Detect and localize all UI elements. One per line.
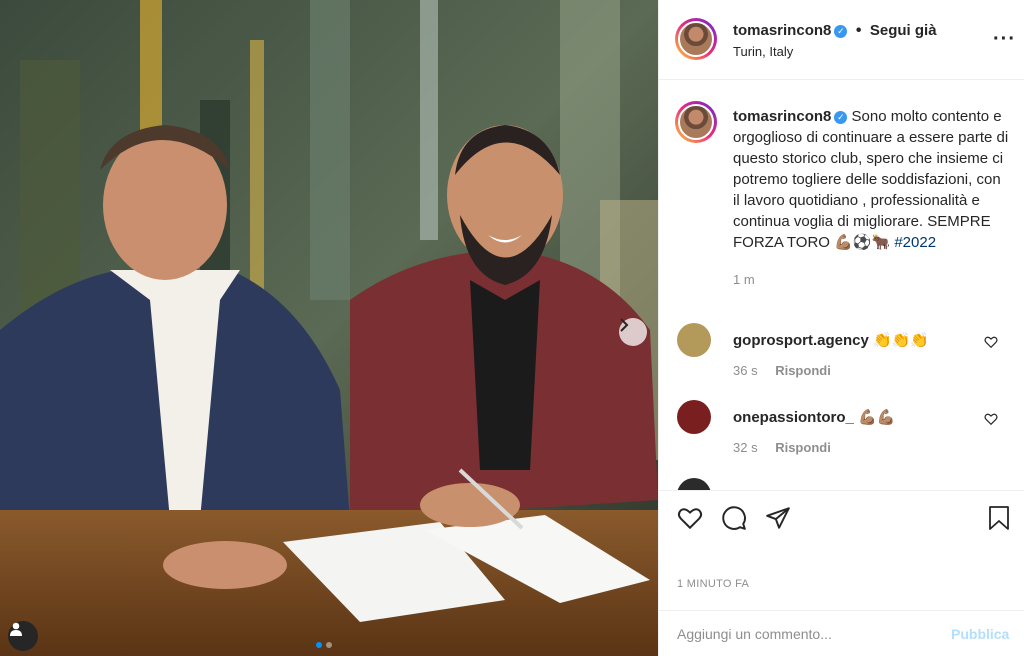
- caption-body: Sono molto contento e orgoglioso di cont…: [733, 108, 1009, 251]
- post-timestamp[interactable]: 1 MINUTO FA: [677, 578, 749, 590]
- caption-username[interactable]: tomasrincon8: [733, 108, 831, 125]
- publish-button[interactable]: Pubblica: [951, 626, 1009, 642]
- next-image-button[interactable]: [619, 318, 647, 346]
- carousel-indicator: [316, 642, 332, 648]
- comment-icon[interactable]: [721, 505, 747, 531]
- caption: tomasrincon8 ✓ Sono molto contento e orgo…: [733, 106, 1009, 290]
- chevron-right-icon: [620, 318, 629, 332]
- post-side-panel: tomasrincon8 ✓ • Segui già Turin, Italy ·…: [658, 0, 1024, 656]
- carousel-dot-active: [316, 642, 322, 648]
- comments-area[interactable]: tomasrincon8 ✓ Sono molto contento e orgo…: [659, 80, 1024, 490]
- commenter-avatar[interactable]: [677, 323, 711, 357]
- bookmark-icon[interactable]: [987, 505, 1011, 531]
- caption-time: 1 m: [733, 272, 755, 287]
- comment-content: onepassiontoro_ 💪🏽💪🏽: [733, 408, 895, 426]
- carousel-dot: [326, 642, 332, 648]
- comment-time: 32 s: [733, 440, 758, 455]
- comment-text: 💪🏽💪🏽: [858, 409, 896, 426]
- commenter-avatar[interactable]: [677, 478, 711, 490]
- avatar-image: [678, 104, 714, 140]
- comment-username[interactable]: onepassiontoro_: [733, 409, 854, 426]
- comment-meta: 36 s Rispondi: [733, 363, 845, 378]
- post-photo: [0, 0, 658, 656]
- avatar-image: [678, 21, 714, 57]
- caption-hashtag[interactable]: #2022: [894, 234, 936, 251]
- verified-badge-icon: ✓: [834, 25, 848, 38]
- more-options-icon[interactable]: ···: [993, 28, 1016, 51]
- comment-like-icon[interactable]: [984, 412, 998, 426]
- follow-separator: •: [855, 22, 862, 39]
- tagged-users-button[interactable]: [8, 621, 38, 651]
- heart-icon[interactable]: [677, 505, 703, 531]
- reply-button[interactable]: Rispondi: [775, 363, 831, 378]
- follow-button[interactable]: Segui già: [870, 22, 937, 39]
- post-location[interactable]: Turin, Italy: [733, 44, 793, 59]
- caption-author-avatar[interactable]: [675, 101, 717, 143]
- author-info: tomasrincon8 ✓ • Segui già: [733, 22, 937, 40]
- author-avatar[interactable]: [675, 18, 717, 60]
- comment-username[interactable]: goprosport.agency: [733, 332, 869, 349]
- verified-badge-icon: ✓: [834, 111, 848, 124]
- reply-button[interactable]: Rispondi: [775, 440, 831, 455]
- comment-time: 36 s: [733, 363, 758, 378]
- comment-input[interactable]: Aggiungi un commento...: [677, 626, 832, 642]
- comment-content: goprosport.agency 👏👏👏: [733, 331, 929, 349]
- comment-meta: 32 s Rispondi: [733, 440, 845, 455]
- add-comment-bar: Aggiungi un commento... Pubblica: [659, 610, 1024, 656]
- commenter-avatar[interactable]: [677, 400, 711, 434]
- author-username[interactable]: tomasrincon8: [733, 22, 831, 39]
- comment-like-icon[interactable]: [984, 335, 998, 349]
- post-header: tomasrincon8 ✓ • Segui già Turin, Italy ·…: [659, 0, 1024, 80]
- user-tag-icon: [10, 622, 22, 636]
- share-icon[interactable]: [765, 505, 791, 531]
- comment-text: 👏👏👏: [873, 332, 930, 349]
- post-image[interactable]: [0, 0, 658, 656]
